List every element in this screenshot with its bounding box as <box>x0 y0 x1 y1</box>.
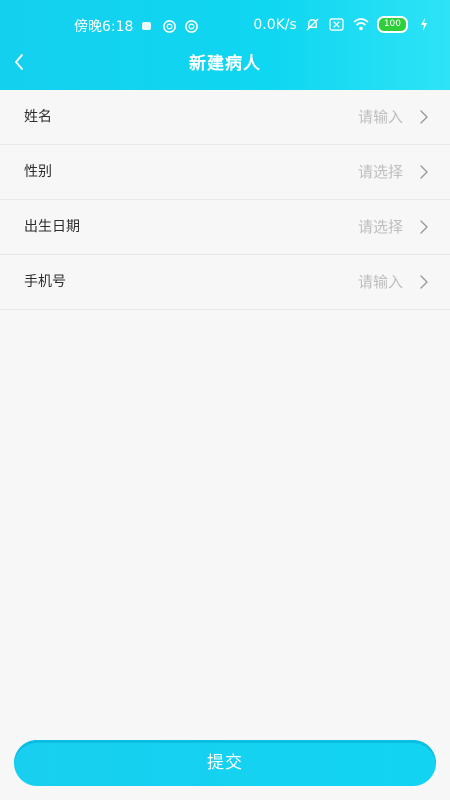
row-label: 出生日期 <box>24 219 80 235</box>
chevron-right-icon <box>418 220 430 234</box>
mute-icon <box>305 17 321 33</box>
sync-icon <box>183 18 199 34</box>
wifi-icon <box>353 17 369 33</box>
form-row-phone[interactable]: 手机号 请输入 <box>0 255 450 310</box>
name-input[interactable]: 请输入 <box>358 90 403 145</box>
notification-icon <box>139 18 155 34</box>
phone-input[interactable]: 请输入 <box>358 255 403 310</box>
sim-icon <box>329 17 345 33</box>
form-row-name[interactable]: 姓名 请输入 <box>0 90 450 145</box>
submit-button[interactable]: 提交 <box>14 740 436 786</box>
status-bar: 傍晚6:18 0.0K/s 100 <box>0 0 450 52</box>
status-time: 傍晚6:18 <box>74 19 134 35</box>
battery-icon: 100 <box>376 16 408 33</box>
chevron-right-icon <box>418 275 430 289</box>
charging-icon <box>416 17 432 33</box>
form-row-gender[interactable]: 性别 请选择 <box>0 145 450 200</box>
row-label: 手机号 <box>24 274 66 290</box>
patient-form: 姓名 请输入 性别 请选择 出生日期 请选择 手机号 请输入 <box>0 90 450 310</box>
row-label: 性别 <box>24 164 52 180</box>
network-speed: 0.0K/s <box>253 16 297 33</box>
chevron-right-icon <box>418 165 430 179</box>
chevron-right-icon <box>418 110 430 124</box>
status-left: 傍晚6:18 <box>74 16 199 36</box>
birthdate-select[interactable]: 请选择 <box>358 200 403 255</box>
page-title: 新建病人 <box>189 54 261 74</box>
status-right: 0.0K/s 100 <box>253 16 432 33</box>
form-row-birthdate[interactable]: 出生日期 请选择 <box>0 200 450 255</box>
row-label: 姓名 <box>24 109 52 125</box>
sync-icon <box>161 18 177 34</box>
header: 傍晚6:18 0.0K/s 100 新建病人 <box>0 0 450 90</box>
gender-select[interactable]: 请选择 <box>358 145 403 200</box>
